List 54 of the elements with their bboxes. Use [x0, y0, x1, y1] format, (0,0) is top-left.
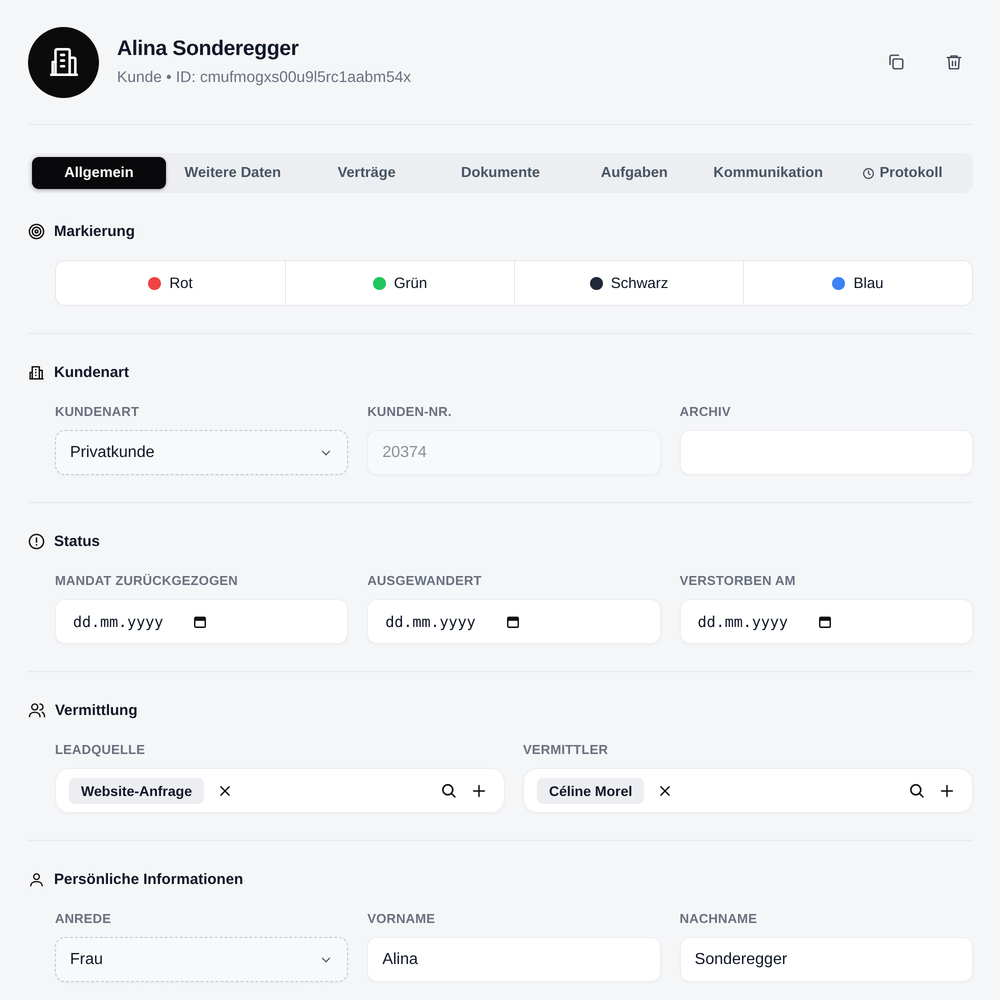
search-icon[interactable]: [908, 782, 925, 799]
tag-chip: Céline Morel: [537, 778, 644, 804]
field-label: MANDAT ZURÜCKGEZOGEN: [55, 573, 239, 588]
select-field[interactable]: Privatkunde: [55, 430, 348, 475]
tab[interactable]: Dokumente: [434, 157, 568, 189]
input-field[interactable]: Alina: [367, 937, 661, 982]
close-icon[interactable]: [658, 784, 672, 798]
section-title: Vermittlung: [55, 702, 138, 718]
field-label: KUNDEN-NR.: [367, 404, 453, 419]
clock-icon: [862, 166, 875, 180]
field-label: LEADQUELLE: [55, 742, 146, 757]
field-label: AUSGEWANDERT: [367, 573, 483, 588]
target-icon: [28, 222, 45, 240]
tab[interactable]: Weitere Daten: [166, 157, 300, 189]
section-title: Kundenart: [54, 364, 129, 380]
field-label: ARCHIV: [680, 404, 732, 419]
tab[interactable]: Allgemein: [32, 157, 166, 189]
field-label: VERSTORBEN AM: [680, 573, 797, 588]
calendar-icon: [818, 614, 832, 628]
select-field[interactable]: Frau: [55, 937, 348, 982]
tag-chip: Website-Anfrage: [69, 778, 204, 804]
field-label: VERMITTLER: [523, 742, 610, 757]
calendar-icon: [193, 614, 208, 628]
close-icon[interactable]: [218, 784, 232, 798]
plus-icon[interactable]: [939, 782, 955, 798]
customer-name: Alina Sonderegger: [117, 37, 300, 61]
input-field[interactable]: Sonderegger: [680, 937, 973, 982]
customer-id: Kunde • ID: cmufmogxs00u9l5rc1aabm54x: [117, 69, 412, 87]
plus-icon[interactable]: [471, 782, 487, 798]
section-title: Status: [54, 532, 100, 550]
copy-icon[interactable]: [887, 53, 905, 71]
users-icon: [28, 701, 46, 719]
tag-field[interactable]: Céline Morel: [523, 768, 973, 813]
building-icon: [28, 364, 45, 380]
trash-icon[interactable]: [945, 53, 963, 71]
tab[interactable]: Protokoll: [835, 157, 969, 189]
date-field[interactable]: dd.mm.yyyy: [367, 599, 661, 644]
date-field[interactable]: dd.mm.yyyy: [55, 599, 348, 644]
field-label: ANREDE: [55, 911, 112, 926]
search-icon[interactable]: [440, 782, 457, 799]
field-label: VORNAME: [367, 911, 436, 926]
section-title: Markierung: [54, 222, 135, 240]
tag-field[interactable]: Website-Anfrage: [55, 768, 505, 813]
tab[interactable]: Kommunikation: [701, 157, 836, 189]
field-label: KUNDENART: [55, 404, 140, 419]
calendar-icon: [506, 614, 520, 628]
section-title: Persönliche Informationen: [54, 870, 244, 888]
user-icon: [28, 870, 45, 888]
field-label: NACHNAME: [680, 911, 758, 926]
tab[interactable]: Verträge: [300, 157, 434, 189]
alert-icon: [28, 532, 45, 550]
date-field[interactable]: dd.mm.yyyy: [680, 599, 973, 644]
marker-option[interactable]: Blau: [743, 261, 972, 305]
tab[interactable]: Aufgaben: [567, 157, 702, 189]
